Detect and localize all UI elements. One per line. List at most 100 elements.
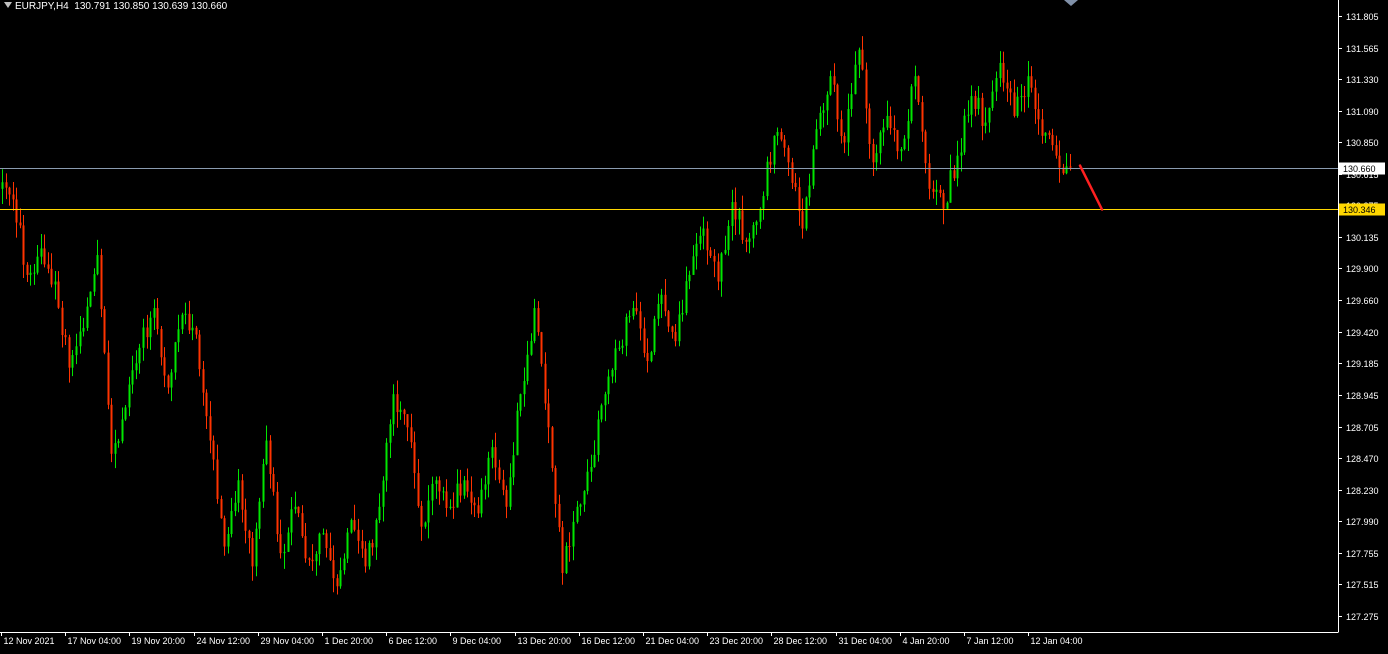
candle-body [258, 501, 261, 529]
candle-body [1069, 166, 1072, 168]
candle-body [836, 84, 839, 120]
candle-body [79, 331, 82, 347]
candle-body [96, 255, 99, 275]
candle-body [597, 419, 600, 455]
candlestick-chart[interactable]: 131.805 131.565 131.330 131.090 130.850 130.6… [0, 0, 1388, 654]
candle-body [614, 348, 617, 371]
candle-body [551, 427, 554, 469]
candle-body [1016, 96, 1019, 116]
candle-body [565, 546, 568, 574]
candle-body [241, 480, 244, 510]
candle-body [833, 76, 836, 85]
candle-body [724, 249, 727, 254]
candle-body [181, 314, 184, 330]
candle-body [907, 121, 910, 139]
candle-body [561, 527, 564, 574]
candle-body [142, 327, 145, 348]
candle-body [1041, 119, 1044, 136]
candle-body [375, 520, 378, 548]
candle-body [776, 132, 779, 136]
candle-body [847, 109, 850, 143]
candle-body [29, 272, 32, 275]
candle-body [762, 196, 765, 209]
dropdown-triangle-icon[interactable] [4, 2, 12, 8]
candle-body [174, 342, 177, 373]
candle-body [19, 222, 22, 226]
candle-body [484, 484, 487, 490]
candle-body [981, 97, 984, 126]
candle-body [572, 521, 575, 547]
chart-background [0, 0, 1388, 654]
candle-body [568, 546, 571, 548]
candle-body [128, 384, 131, 408]
x-tick-label: 23 Dec 20:00 [710, 636, 764, 646]
candle-body [956, 155, 959, 179]
candle-body [590, 467, 593, 472]
candle-body [949, 170, 952, 203]
candle-body [445, 491, 448, 509]
candle-body [625, 317, 628, 346]
candle-body [22, 225, 25, 265]
candle-body [392, 394, 395, 425]
candle-body [413, 442, 416, 474]
candle-body [212, 440, 215, 460]
candle-body [262, 464, 265, 502]
candle-body [886, 115, 889, 128]
candle-body [805, 197, 808, 229]
candle-body [537, 308, 540, 333]
candle-body [579, 504, 582, 507]
y-tick-label: 128.230 [1346, 486, 1379, 496]
candle-body [57, 281, 60, 308]
candle-body [667, 311, 670, 327]
candle-body [124, 407, 127, 420]
x-tick-label: 7 Jan 12:00 [967, 636, 1014, 646]
candle-body [117, 441, 120, 444]
x-tick-label: 24 Nov 12:00 [197, 636, 251, 646]
candle-body [1048, 132, 1051, 135]
candle-body [688, 274, 691, 282]
candle-body [311, 559, 314, 562]
candle-body [237, 480, 240, 503]
candle-body [459, 483, 462, 496]
candle-body [509, 477, 512, 507]
candle-body [607, 376, 610, 395]
candle-body [248, 530, 251, 539]
candle-body [336, 578, 339, 587]
candle-body [664, 294, 667, 312]
candle-body [477, 505, 480, 514]
candle-body [893, 128, 896, 131]
candle-body [276, 491, 279, 535]
candle-body [995, 78, 998, 92]
candle-body [819, 112, 822, 130]
candle-body [798, 187, 801, 212]
candle-body [889, 115, 892, 129]
candle-body [487, 457, 490, 485]
y-tick-label: 128.945 [1346, 391, 1379, 401]
candle-body [361, 540, 364, 549]
candle-body [191, 327, 194, 331]
candle-body [530, 341, 533, 355]
candle-body [850, 94, 853, 110]
chart-title: EURJPY,H4 130.791 130.850 130.639 130.66… [4, 1, 227, 12]
candle-body [586, 471, 589, 492]
level-price-label: 130.346 [1343, 205, 1376, 215]
candle-body [89, 291, 92, 307]
y-tick-label: 128.705 [1346, 423, 1379, 433]
candle-body [71, 355, 74, 368]
candle-body [896, 130, 899, 152]
candle-body [315, 554, 318, 562]
candle-body [121, 419, 124, 442]
candle-body [519, 394, 522, 411]
y-tick-label: 131.565 [1346, 44, 1379, 54]
candle-body [466, 480, 469, 492]
candle-body [54, 281, 57, 285]
candle-body [329, 548, 332, 561]
candle-body [755, 221, 758, 226]
y-tick-label: 131.090 [1346, 107, 1379, 117]
candle-body [861, 49, 864, 70]
x-tick-label: 13 Dec 20:00 [518, 636, 572, 646]
candle-body [583, 491, 586, 505]
x-tick-label: 12 Nov 2021 [4, 636, 55, 646]
candle-body [502, 479, 505, 490]
candle-body [435, 480, 438, 484]
